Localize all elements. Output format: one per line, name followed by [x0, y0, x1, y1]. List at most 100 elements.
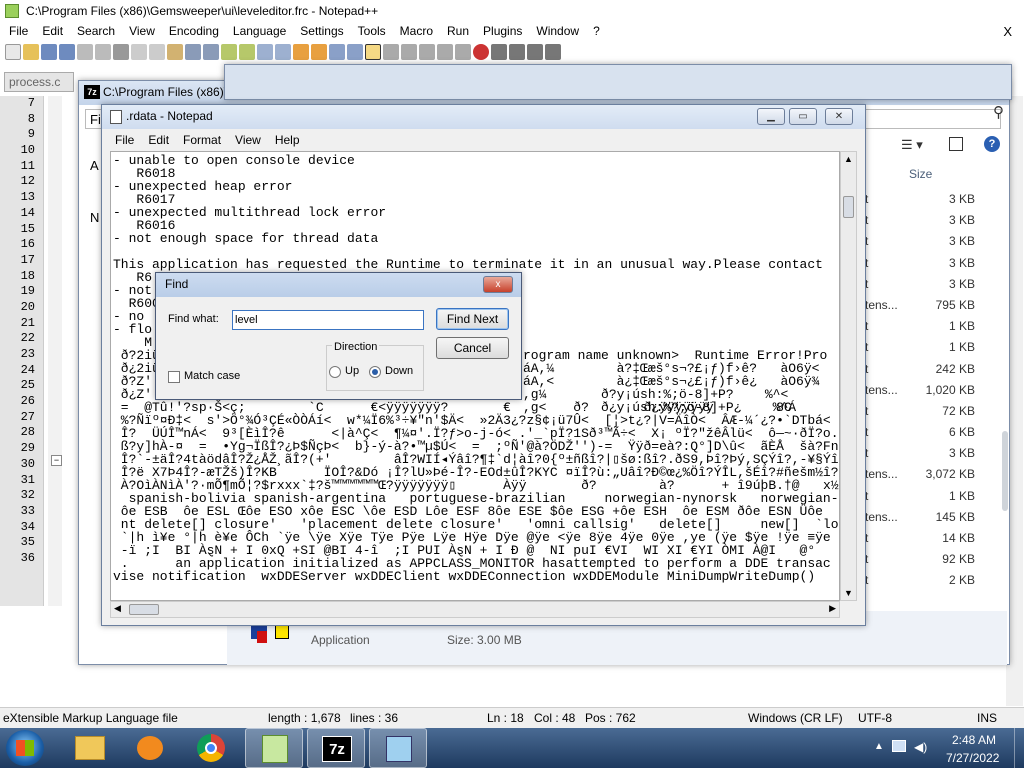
find-titlebar[interactable]: Find x [156, 273, 521, 297]
save-macro-icon[interactable] [545, 44, 561, 60]
zoom-out-icon[interactable] [275, 44, 291, 60]
npp-menu-plugins[interactable]: Plugins [476, 22, 529, 41]
paste-icon[interactable] [167, 44, 183, 60]
show-hidden-icons[interactable]: ▲ [874, 741, 884, 752]
npp-menu-edit[interactable]: Edit [35, 22, 70, 41]
npp-menu-run[interactable]: Run [440, 22, 476, 41]
file-name-fragment[interactable]: t [865, 253, 945, 274]
zoom-in-icon[interactable] [257, 44, 273, 60]
npp-menu-window[interactable]: Window [529, 22, 586, 41]
indent-guide-icon[interactable] [365, 44, 381, 60]
npp-menu-settings[interactable]: Settings [293, 22, 350, 41]
npp-menu-language[interactable]: Language [226, 22, 293, 41]
notepadpp-titlebar[interactable]: C:\Program Files (x86)\Gemsweeper\ui\lev… [0, 0, 1024, 22]
save-all-icon[interactable] [59, 44, 75, 60]
scroll-up-arrow[interactable]: ▲ [844, 154, 853, 164]
taskbar-media-player[interactable] [121, 728, 179, 768]
notepad-menu-view[interactable]: View [228, 131, 268, 150]
notepad-menu-help[interactable]: Help [268, 131, 307, 150]
taskbar-notepad[interactable] [369, 728, 427, 768]
notepad-menu-format[interactable]: Format [176, 131, 228, 150]
help-icon[interactable]: ? [984, 136, 1000, 152]
npp-close-doc-button[interactable]: X [1003, 24, 1012, 39]
npp-menu-tools[interactable]: Tools [351, 22, 393, 41]
file-name-fragment[interactable]: t [865, 570, 945, 591]
hscroll-thumb[interactable] [129, 604, 159, 615]
clock-date[interactable]: 7/27/2022 [946, 751, 999, 765]
npp-menu-encoding[interactable]: Encoding [162, 22, 226, 41]
clock-time[interactable]: 2:48 AM [952, 733, 996, 747]
preview-pane-icon[interactable] [949, 137, 963, 151]
file-name-fragment[interactable]: t [865, 401, 945, 422]
file-name-fragment[interactable]: t [865, 189, 945, 210]
play-macro-icon[interactable] [509, 44, 525, 60]
play-multiple-icon[interactable] [527, 44, 543, 60]
show-all-chars-icon[interactable] [347, 44, 363, 60]
file-name-fragment[interactable]: t [865, 337, 945, 358]
file-name-fragment[interactable]: tens... [865, 507, 945, 528]
scroll-thumb[interactable] [843, 196, 854, 218]
npp-menu-file[interactable]: File [2, 22, 35, 41]
close-all-icon[interactable] [95, 44, 111, 60]
sync-v-icon[interactable] [293, 44, 309, 60]
taskbar-explorer[interactable] [61, 728, 119, 768]
npp-menu-macro[interactable]: Macro [393, 22, 440, 41]
doc-map-icon[interactable] [401, 44, 417, 60]
file-name-fragment[interactable]: t [865, 528, 945, 549]
file-name-fragment[interactable]: tens... [865, 295, 945, 316]
new-file-icon[interactable] [5, 44, 21, 60]
file-name-fragment[interactable]: t [865, 316, 945, 337]
scroll-down-arrow[interactable]: ▼ [844, 588, 853, 598]
file-name-fragment[interactable]: tens... [865, 464, 945, 485]
copy-icon[interactable] [149, 44, 165, 60]
npp-menu-help[interactable]: ? [586, 22, 607, 41]
hscroll-right-arrow[interactable]: ▶ [829, 603, 836, 614]
file-name-fragment[interactable]: t [865, 549, 945, 570]
find-what-input[interactable] [232, 310, 424, 330]
monitor-icon[interactable] [455, 44, 471, 60]
find-next-button[interactable]: Find Next [436, 308, 509, 330]
redo-icon[interactable] [203, 44, 219, 60]
network-icon[interactable] [892, 740, 906, 752]
npp-menu-view[interactable]: View [122, 22, 162, 41]
file-name-fragment[interactable]: t [865, 486, 945, 507]
taskbar-notepadpp[interactable] [245, 728, 303, 768]
record-macro-icon[interactable] [473, 44, 489, 60]
open-file-icon[interactable] [23, 44, 39, 60]
notepad-hscrollbar[interactable]: ◀ ▶ [110, 601, 840, 618]
cut-icon[interactable] [131, 44, 147, 60]
view-options-icon[interactable]: ☰ ▾ [901, 137, 923, 153]
hscroll-left-arrow[interactable]: ◀ [114, 603, 121, 614]
taskbar-7zip[interactable]: 7z [307, 728, 365, 768]
file-name-fragment[interactable]: t [865, 359, 945, 380]
sync-h-icon[interactable] [311, 44, 327, 60]
notepad-maximize-button[interactable]: ▭ [789, 108, 817, 125]
file-name-fragment[interactable]: tens... [865, 380, 945, 401]
stop-macro-icon[interactable] [491, 44, 507, 60]
print-icon[interactable] [113, 44, 129, 60]
find-icon[interactable] [221, 44, 237, 60]
file-name-fragment[interactable]: t [865, 274, 945, 295]
direction-up-radio[interactable] [329, 366, 341, 378]
file-name-fragment[interactable]: t [865, 210, 945, 231]
direction-down-radio[interactable] [369, 366, 381, 378]
fold-marker[interactable]: − [51, 455, 62, 466]
show-desktop-button[interactable] [1014, 728, 1024, 768]
file-name-fragment[interactable]: t [865, 231, 945, 252]
find-cancel-button[interactable]: Cancel [436, 337, 509, 359]
save-icon[interactable] [41, 44, 57, 60]
notepad-menu-edit[interactable]: Edit [141, 131, 176, 150]
replace-icon[interactable] [239, 44, 255, 60]
7zip-vscroll-thumb[interactable] [1002, 431, 1008, 511]
lang-icon[interactable] [383, 44, 399, 60]
volume-icon[interactable]: ◀) [914, 740, 927, 754]
close-file-icon[interactable] [77, 44, 93, 60]
search-icon[interactable]: ⚲ [993, 103, 1004, 121]
notepad-minimize-button[interactable]: ▁ [757, 108, 785, 125]
match-case-checkbox[interactable] [168, 371, 180, 383]
npp-menu-search[interactable]: Search [70, 22, 122, 41]
taskbar-chrome[interactable] [183, 728, 241, 768]
word-wrap-icon[interactable] [329, 44, 345, 60]
file-name-fragment[interactable]: t [865, 443, 945, 464]
size-column-header[interactable]: Size [909, 167, 932, 181]
